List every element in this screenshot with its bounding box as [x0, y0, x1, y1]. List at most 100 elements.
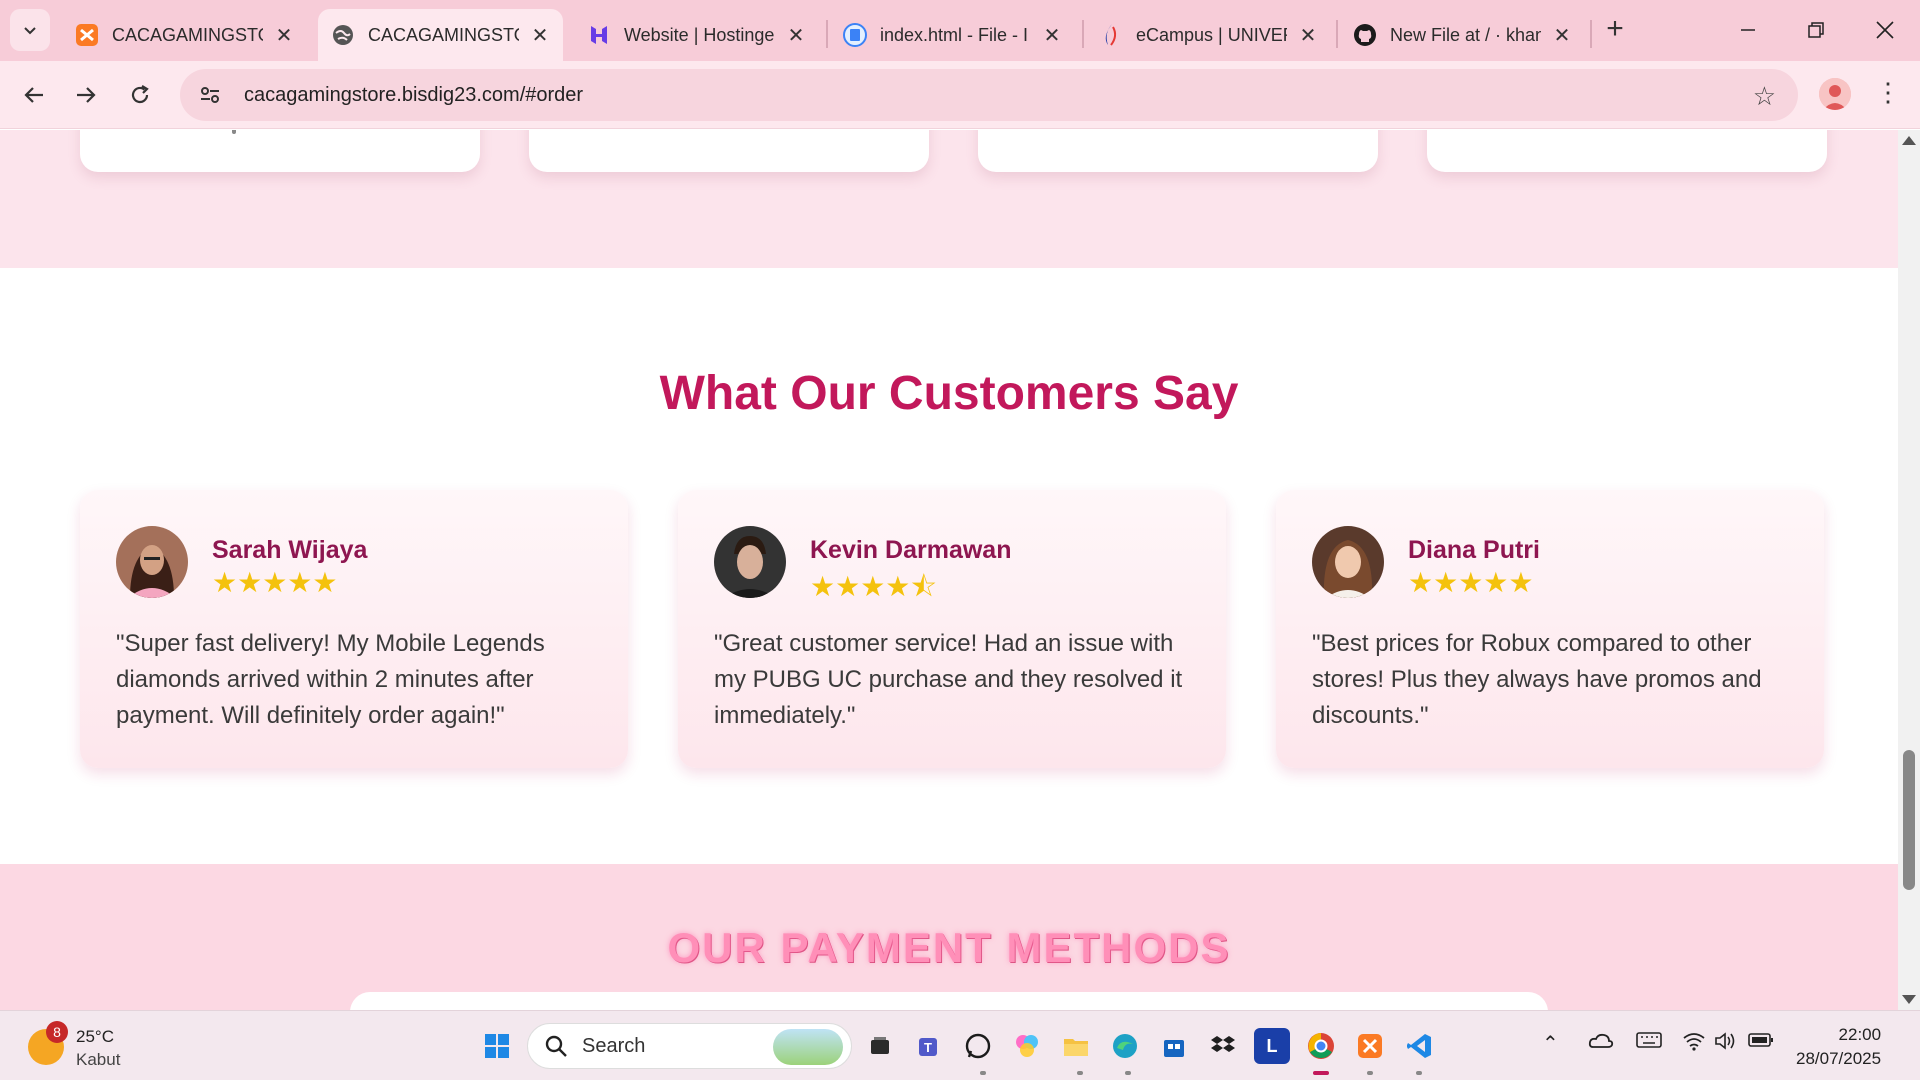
tab-separator	[1590, 20, 1592, 48]
start-button[interactable]	[479, 1028, 515, 1064]
back-button[interactable]	[16, 77, 52, 113]
restore-button[interactable]	[1791, 10, 1841, 50]
task-view-icon[interactable]	[862, 1028, 898, 1064]
l-app-icon[interactable]: L	[1254, 1028, 1290, 1064]
page-viewport: What Our Customers Say Sarah Wijaya ★★★★…	[0, 130, 1898, 1010]
close-icon[interactable]: ✕	[1297, 24, 1319, 47]
weather-condition: Kabut	[76, 1050, 121, 1069]
testimonial-card: Sarah Wijaya ★★★★★ "Super fast delivery!…	[80, 490, 628, 768]
weather-widget[interactable]: 8 25°C Kabut	[24, 1021, 164, 1071]
onedrive-icon[interactable]	[1588, 1031, 1614, 1055]
tab-0[interactable]: CACAGAMINGSTORE ✕	[62, 9, 307, 61]
url-text[interactable]: cacagamingstore.bisdig23.com/#order	[244, 84, 583, 107]
star-rating: ★★★★★	[212, 567, 338, 598]
page-scrollbar[interactable]	[1898, 130, 1920, 1010]
tab-4[interactable]: eCampus | UNIVERSITAS ✕	[1086, 9, 1331, 61]
profile-avatar[interactable]	[1819, 78, 1851, 110]
running-indicator-active	[1313, 1071, 1329, 1075]
battery-icon[interactable]	[1748, 1031, 1774, 1054]
volume-icon[interactable]	[1714, 1031, 1738, 1057]
running-indicator	[1125, 1071, 1131, 1075]
tab-separator	[1336, 20, 1338, 48]
browser-menu-button[interactable]: ⋮	[1875, 77, 1901, 108]
payment-methods-container	[350, 992, 1548, 1010]
xampp-taskbar-icon[interactable]	[1352, 1028, 1388, 1064]
whatsapp-icon[interactable]	[960, 1028, 996, 1064]
taskbar-search-label: Search	[582, 1034, 646, 1057]
payment-methods-title: OUR PAYMENT METHODS	[667, 924, 1231, 971]
close-icon[interactable]: ✕	[529, 24, 551, 47]
close-icon[interactable]: ✕	[1551, 24, 1573, 47]
vscode-icon[interactable]	[1401, 1028, 1437, 1064]
chevron-down-icon	[24, 27, 36, 35]
running-indicator	[1416, 1071, 1422, 1075]
minimize-icon	[1741, 29, 1755, 31]
game-card[interactable]	[529, 130, 929, 172]
xampp-icon	[74, 22, 100, 48]
payment-methods-section: OUR PAYMENT METHODS	[0, 864, 1898, 1010]
keyboard-icon[interactable]	[1636, 1031, 1662, 1055]
more-vert-icon: ⋮	[1875, 77, 1901, 107]
games-section-bottom	[0, 130, 1898, 268]
site-info-icon[interactable]	[188, 73, 232, 117]
plus-icon: +	[1606, 12, 1624, 45]
close-icon[interactable]: ✕	[785, 24, 807, 47]
game-card[interactable]	[80, 130, 480, 172]
arrow-left-icon	[24, 87, 43, 103]
window-close-button[interactable]	[1860, 10, 1910, 50]
taskbar: 8 25°C Kabut Search T L ⌃ 22:00 28/07/20…	[0, 1010, 1920, 1080]
star-rating: ★★★★★	[1408, 567, 1534, 598]
file-explorer-icon[interactable]	[1058, 1028, 1094, 1064]
avatar	[714, 526, 786, 598]
chrome-icon[interactable]	[1303, 1028, 1339, 1064]
github-icon	[1352, 22, 1378, 48]
svg-text:T: T	[924, 1040, 932, 1055]
tab-strip: CACAGAMINGSTORE ✕ CACAGAMINGSTORE ✕ Webs…	[0, 0, 1920, 61]
new-tab-button[interactable]: +	[1600, 12, 1630, 45]
bookmark-star-icon[interactable]: ☆	[1753, 81, 1776, 112]
tab-title: New File at / · khan	[1390, 24, 1541, 45]
tab-title: index.html - File - I	[880, 24, 1029, 45]
copilot-icon[interactable]	[1009, 1028, 1045, 1064]
file-manager-icon	[842, 22, 868, 48]
tab-1[interactable]: CACAGAMINGSTORE ✕	[318, 9, 563, 61]
minimize-button[interactable]	[1723, 10, 1773, 50]
clock-date: 28/07/2025	[1796, 1049, 1882, 1068]
teams-icon[interactable]: T	[911, 1028, 947, 1064]
forward-button[interactable]	[68, 77, 104, 113]
system-clock[interactable]: 22:00 28/07/2025	[1796, 1023, 1881, 1071]
wifi-icon[interactable]	[1682, 1031, 1706, 1057]
search-highlight-image	[773, 1029, 843, 1065]
tab-title: eCampus | UNIVERSITAS	[1136, 24, 1287, 45]
running-indicator	[980, 1071, 986, 1075]
testimonials-section: What Our Customers Say Sarah Wijaya ★★★★…	[0, 268, 1898, 864]
reload-button[interactable]	[122, 77, 158, 113]
close-icon[interactable]: ✕	[1041, 24, 1063, 47]
tab-5[interactable]: New File at / · khan ✕	[1340, 9, 1585, 61]
dropbox-icon[interactable]	[1205, 1028, 1241, 1064]
weather-temp: 25°C	[76, 1027, 114, 1046]
taskbar-search[interactable]: Search	[527, 1023, 852, 1069]
avatar	[1312, 526, 1384, 598]
tab-3[interactable]: index.html - File - I ✕	[830, 9, 1075, 61]
globe-icon	[330, 22, 356, 48]
close-icon[interactable]: ✕	[273, 24, 295, 47]
game-card[interactable]	[978, 130, 1378, 172]
address-bar[interactable]: cacagamingstore.bisdig23.com/#order ☆	[180, 69, 1798, 121]
hostinger-icon	[586, 22, 612, 48]
game-card[interactable]	[1427, 130, 1827, 172]
testimonial-quote: "Great customer service! Had an issue wi…	[714, 630, 1183, 729]
edge-icon[interactable]	[1107, 1028, 1143, 1064]
microsoft-store-icon[interactable]	[1156, 1028, 1192, 1064]
profile-icon	[1819, 78, 1851, 110]
scrollbar-thumb[interactable]	[1903, 750, 1915, 890]
ecampus-icon	[1098, 22, 1124, 48]
tab-2[interactable]: Website | Hostinger ✕	[574, 9, 819, 61]
chevron-up-icon[interactable]: ⌃	[1542, 1031, 1559, 1056]
scroll-down-arrow-icon[interactable]	[1902, 995, 1916, 1004]
tab-search-button[interactable]	[10, 9, 50, 51]
scroll-up-arrow-icon[interactable]	[1902, 136, 1916, 145]
testimonial-quote: "Super fast delivery! My Mobile Legends …	[116, 630, 545, 729]
browser-toolbar: cacagamingstore.bisdig23.com/#order ☆ ⋮	[0, 61, 1920, 129]
clock-time: 22:00	[1838, 1025, 1882, 1044]
